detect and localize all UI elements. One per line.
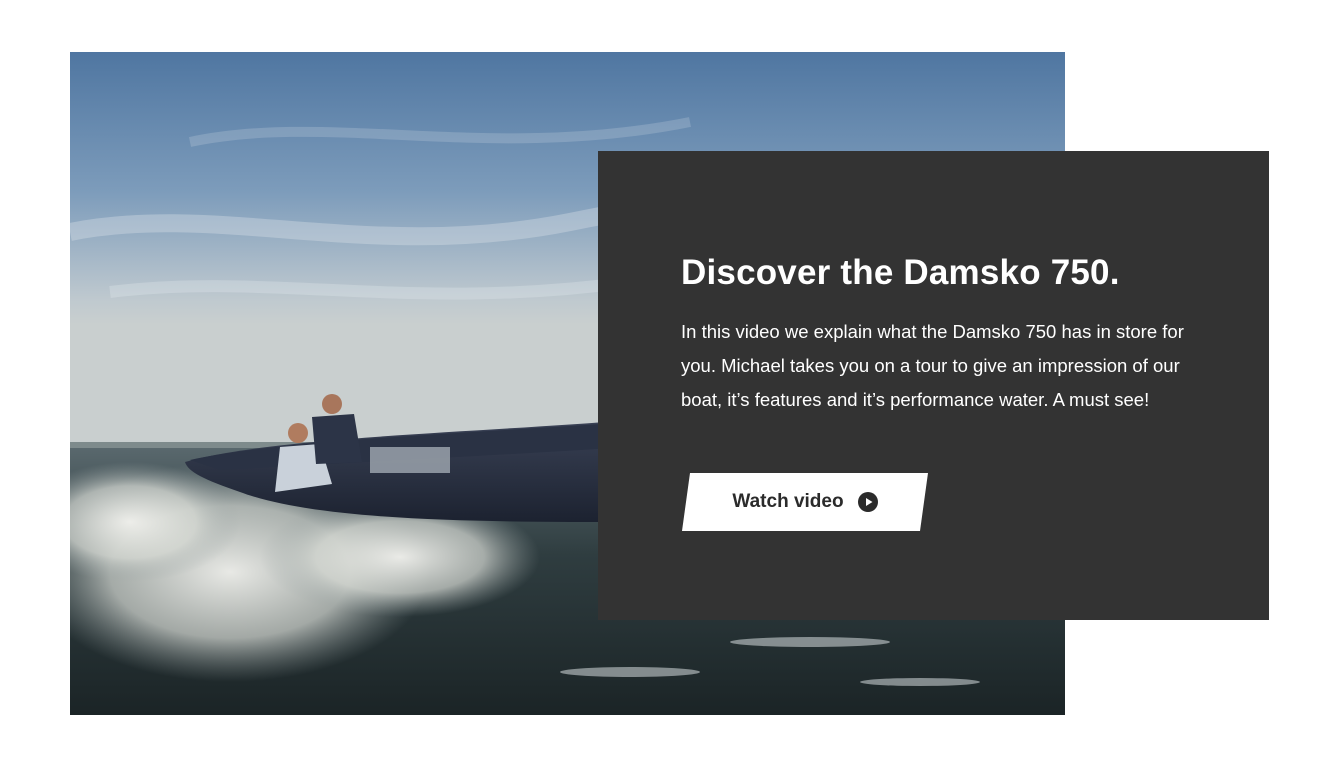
play-circle-icon [857, 492, 878, 512]
info-card: Discover the Damsko 750. In this video w… [598, 151, 1269, 620]
card-title: Discover the Damsko 750. [681, 253, 1120, 292]
hero-section: Discover the Damsko 750. In this video w… [0, 0, 1343, 758]
watch-video-button[interactable]: Watch video [682, 473, 928, 531]
button-content: Watch video [682, 473, 928, 531]
card-description: In this video we explain what the Damsko… [681, 321, 1184, 410]
watch-video-label: Watch video [732, 491, 844, 512]
